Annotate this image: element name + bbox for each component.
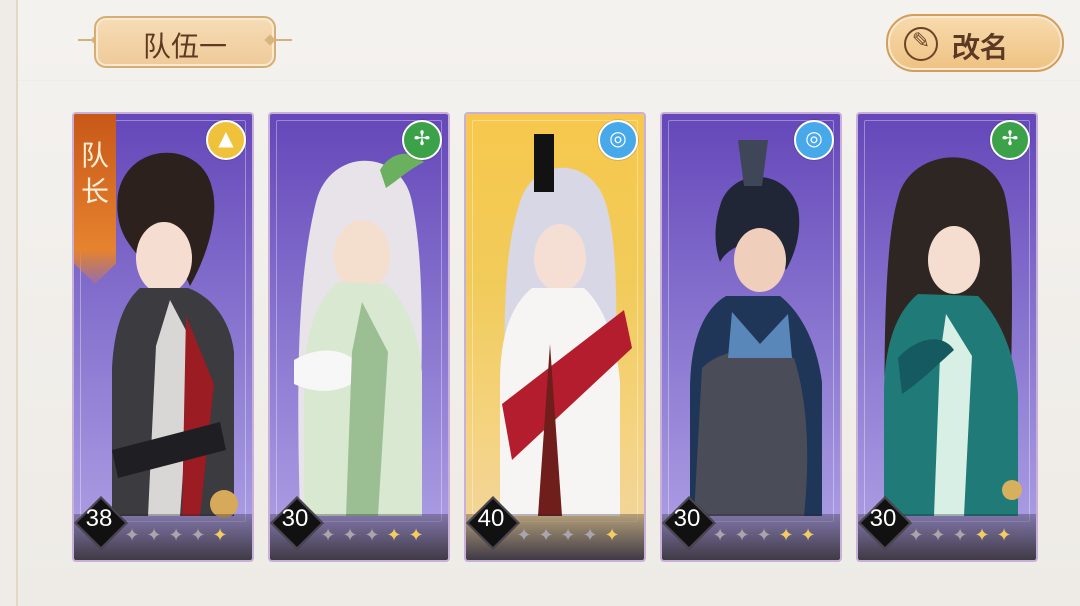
star-icon: ✦ <box>386 525 402 546</box>
team-panel: 队伍一 ✎ 改名 队长 ▲ 38 ✦ ✦ ✦ ✦ ✦ ✢ 30 ✦ ✦ ✦ ✦ … <box>16 0 1080 606</box>
star-icon: ✦ <box>408 525 424 546</box>
character-portrait-2 <box>294 153 424 517</box>
star-icon: ✦ <box>908 525 924 546</box>
star-icon: ✦ <box>974 525 990 546</box>
level-number: 30 <box>869 505 897 532</box>
star-icon: ✦ <box>582 525 598 546</box>
character-portrait-3 <box>500 134 632 516</box>
level-number: 30 <box>673 505 701 532</box>
earth-element-icon: ▲ <box>206 120 246 160</box>
star-icon: ✦ <box>734 525 750 546</box>
level-badge: 38 <box>74 494 128 550</box>
star-icon: ✦ <box>756 525 772 546</box>
team-title: 队伍一 <box>78 16 292 68</box>
star-icon: ✦ <box>538 525 554 546</box>
water-element-icon: ◎ <box>794 120 834 160</box>
rename-label: 改名 <box>952 31 1009 64</box>
star-icon: ✦ <box>800 525 816 546</box>
star-icon: ✦ <box>778 525 794 546</box>
character-portrait-1 <box>112 152 238 518</box>
character-card-3[interactable]: ◎ 40 ✦ ✦ ✦ ✦ ✦ <box>464 112 646 562</box>
team-title-text: 队伍一 <box>142 30 227 63</box>
character-portrait-5 <box>884 157 1022 516</box>
star-rating: ✦ ✦ ✦ ✦ ✦ <box>514 526 622 548</box>
level-badge: 30 <box>858 494 912 550</box>
star-icon: ✦ <box>190 525 206 546</box>
level-badge: 30 <box>270 494 324 550</box>
star-icon: ✦ <box>952 525 968 546</box>
star-rating: ✦ ✦ ✦ ✦ ✦ <box>318 526 426 548</box>
star-icon: ✦ <box>712 525 728 546</box>
rename-button[interactable]: ✎ 改名 <box>886 14 1064 72</box>
team-title-plaque: 队伍一 <box>94 16 276 68</box>
wind-element-icon: ✢ <box>990 120 1030 160</box>
character-card-2[interactable]: ✢ 30 ✦ ✦ ✦ ✦ ✦ <box>268 112 450 562</box>
level-number: 40 <box>477 505 505 532</box>
level-badge: 30 <box>662 494 716 550</box>
star-icon: ✦ <box>996 525 1012 546</box>
star-rating: ✦ ✦ ✦ ✦ ✦ <box>906 526 1014 548</box>
star-icon: ✦ <box>364 525 380 546</box>
star-icon: ✦ <box>168 525 184 546</box>
star-icon: ✦ <box>320 525 336 546</box>
character-card-4[interactable]: ◎ 30 ✦ ✦ ✦ ✦ ✦ <box>660 112 842 562</box>
star-icon: ✦ <box>930 525 946 546</box>
star-rating: ✦ ✦ ✦ ✦ ✦ <box>710 526 818 548</box>
star-icon: ✦ <box>342 525 358 546</box>
brush-icon: ✎ <box>904 27 938 61</box>
star-icon: ✦ <box>124 525 140 546</box>
star-icon: ✦ <box>560 525 576 546</box>
right-ornament-line <box>274 39 292 41</box>
character-portrait-4 <box>690 140 822 516</box>
level-number: 30 <box>281 505 309 532</box>
character-card-1[interactable]: 队长 ▲ 38 ✦ ✦ ✦ ✦ ✦ <box>72 112 254 562</box>
star-icon: ✦ <box>516 525 532 546</box>
level-badge: 40 <box>466 494 520 550</box>
wind-element-icon: ✢ <box>402 120 442 160</box>
character-card-5[interactable]: ✢ 30 ✦ ✦ ✦ ✦ ✦ <box>856 112 1038 562</box>
level-number: 38 <box>85 505 113 532</box>
star-icon: ✦ <box>604 525 620 546</box>
water-element-icon: ◎ <box>598 120 638 160</box>
star-icon: ✦ <box>146 525 162 546</box>
star-rating: ✦ ✦ ✦ ✦ ✦ <box>122 526 230 548</box>
star-icon: ✦ <box>212 525 228 546</box>
